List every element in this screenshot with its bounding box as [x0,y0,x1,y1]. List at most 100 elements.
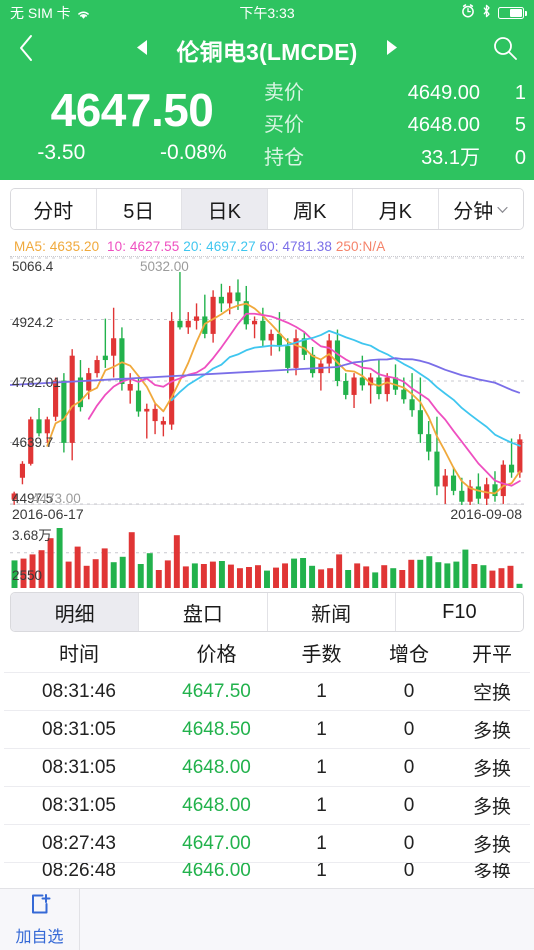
alarm-icon [461,4,475,21]
navigation-bar: 伦铜电3(LMCDE) [0,25,534,75]
cell-volume: 1 [279,719,364,741]
tab-monthk[interactable]: 月K [353,189,439,229]
volume-svg [10,524,524,588]
candlestick-svg [10,257,524,505]
cell-volume: 1 [279,862,364,878]
chevron-left-icon [18,34,34,67]
quote-row-ask: 卖价 4649.00 1 [264,77,526,109]
back-button[interactable] [0,25,52,75]
table-header-row: 时间 价格 手数 增仓 开平 [4,632,530,672]
table-row[interactable]: 08:31:05 4648.00 1 0 多换 [4,786,530,824]
cell-oi: 0 [364,757,454,779]
chart-container[interactable]: MA5: 4635.20 10: 4627.55 20: 4697.27 60:… [10,236,524,588]
tab-pankou[interactable]: 盘口 [139,593,267,631]
price-change-percent: -0.08% [160,141,227,165]
ma250-legend: 250:N/A [336,239,386,254]
cell-price: 4648.00 [154,757,279,779]
period-tabs-container: 分时 5日 日K 周K 月K 分钟 [0,180,534,236]
cell-time: 08:31:05 [4,795,154,817]
add-document-icon [29,893,51,920]
cell-volume: 1 [279,795,364,817]
status-bar-right [461,4,524,21]
tab-dayk-label: 日K [208,195,241,224]
cell-volume: 1 [279,833,364,855]
header-dir: 开平 [454,638,530,667]
ask-label: 卖价 [264,77,336,109]
ma60-legend: 60: 4781.38 [260,239,332,254]
table-row[interactable]: 08:31:05 4648.00 1 0 多换 [4,748,530,786]
openinterest-value: 33.1万 [336,142,500,174]
table-row[interactable]: 08:31:05 4648.50 1 0 多换 [4,710,530,748]
next-symbol-button[interactable] [384,39,399,61]
table-row[interactable]: 08:31:46 4647.50 1 0 空换 [4,672,530,710]
cell-dir: 多换 [454,862,530,878]
tab-5day-label: 5日 [123,195,154,224]
quote-row-bid: 买价 4648.00 5 [264,109,526,141]
header-price: 价格 [154,638,279,667]
prev-symbol-button[interactable] [135,39,150,61]
cell-volume: 1 [279,757,364,779]
status-bar-clock: 下午3:33 [0,3,534,23]
quote-row-openinterest: 持仓 33.1万 0 [264,142,526,174]
tab-minute-label: 分钟 [453,195,493,224]
cell-time: 08:31:46 [4,681,154,703]
tab-f10-label: F10 [442,601,476,624]
table-row[interactable]: 08:26:48 4646.00 1 0 多换 [4,862,530,878]
cell-dir: 多换 [454,754,530,781]
chevron-down-icon [497,205,508,217]
cell-oi: 0 [364,681,454,703]
quote-change-block: -3.50 -0.08% [0,141,264,165]
tab-weekk[interactable]: 周K [268,189,354,229]
chart-date-axis: 2016-06-17 2016-09-08 [10,504,524,524]
tab-mingxi[interactable]: 明细 [11,593,139,631]
tab-fenshi[interactable]: 分时 [11,189,97,229]
tab-monthk-label: 月K [379,195,412,224]
search-button[interactable] [476,35,534,66]
low-price-label: 4473.00 [32,491,81,506]
quote-header: 4647.50 -3.50 -0.08% 卖价 4649.00 1 买价 464… [0,75,534,180]
ask-qty: 1 [500,77,526,109]
cell-price: 4646.00 [154,862,279,878]
tab-mingxi-label: 明细 [55,598,95,627]
add-watchlist-button[interactable]: 加自选 [0,889,80,950]
cell-time: 08:27:43 [4,833,154,855]
volume-chart[interactable]: 3.68万 2550 [10,524,524,588]
tab-fenshi-label: 分时 [33,195,73,224]
ma20-legend: 20: 4697.27 [183,239,255,254]
bid-price: 4648.00 [336,109,500,141]
last-price: 4647.50 [51,86,214,134]
bluetooth-icon [482,4,491,21]
tab-f10[interactable]: F10 [396,593,523,631]
ma-legend: MA5: 4635.20 10: 4627.55 20: 4697.27 60:… [10,236,524,256]
x-axis-start-date: 2016-06-17 [12,506,84,522]
tab-minute[interactable]: 分钟 [439,189,524,229]
detail-tabs: 明细 盘口 新闻 F10 [10,592,524,632]
high-price-label: 5032.00 [140,259,189,274]
tab-5day[interactable]: 5日 [97,189,183,229]
detail-tabs-container: 明细 盘口 新闻 F10 [0,588,534,632]
status-bar: 无 SIM 卡 下午3:33 [0,0,534,25]
table-row[interactable]: 08:27:43 4647.00 1 0 多换 [4,824,530,862]
tab-xinwen-label: 新闻 [311,598,351,627]
cell-oi: 0 [364,795,454,817]
bottom-toolbar: 加自选 [0,888,534,950]
cell-price: 4647.00 [154,833,279,855]
candlestick-chart[interactable]: 5066.4 4924.2 4782.01 4639.7 4497.5 5032… [10,256,524,504]
openinterest-qty: 0 [500,142,526,174]
nav-title-group: 伦铜电3(LMCDE) [0,33,534,67]
cell-price: 4648.50 [154,719,279,741]
cell-dir: 多换 [454,792,530,819]
cell-price: 4647.50 [154,681,279,703]
cell-dir: 多换 [454,830,530,857]
page-title: 伦铜电3(LMCDE) [176,33,357,67]
cell-oi: 0 [364,862,454,878]
bid-label: 买价 [264,109,336,141]
cell-time: 08:31:05 [4,719,154,741]
tab-xinwen[interactable]: 新闻 [268,593,396,631]
search-icon [492,35,518,66]
cell-time: 08:26:48 [4,862,154,878]
ma5-legend: MA5: 4635.20 [14,239,99,254]
ma10-legend: 10: 4627.55 [107,239,179,254]
tab-dayk[interactable]: 日K [182,189,268,229]
cell-dir: 空换 [454,678,530,705]
